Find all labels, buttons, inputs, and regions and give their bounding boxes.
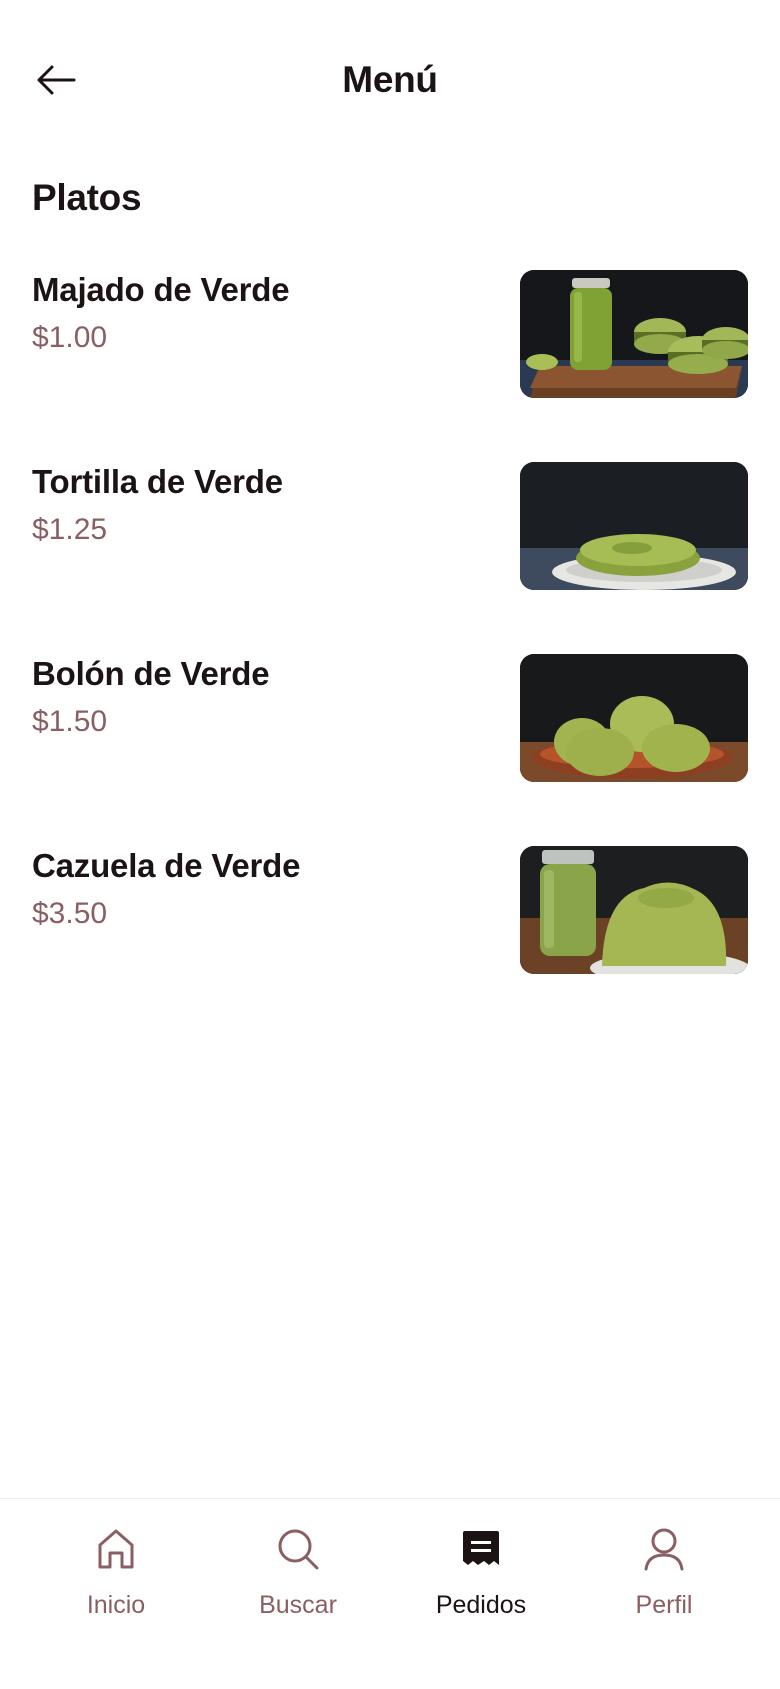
top-bar: Menú (0, 0, 780, 160)
item-price: $3.50 (32, 897, 108, 930)
search-icon (278, 1529, 319, 1570)
home-icon (98, 1529, 134, 1569)
nav-label: Inicio (86, 1591, 146, 1619)
menu-item[interactable]: Tortilla de Verde $1.25 (0, 462, 780, 590)
item-name: Majado de Verde (32, 271, 290, 308)
item-image (520, 462, 748, 590)
item-name: Tortilla de Verde (32, 463, 283, 500)
bottom-navigation: Inicio Buscar Pedidos Perfil (0, 1498, 780, 1689)
item-image (520, 270, 748, 398)
user-icon (644, 1528, 684, 1571)
nav-item-pedidos[interactable]: Pedidos (401, 1525, 561, 1635)
nav-label: Perfil (635, 1591, 693, 1619)
nav-item-inicio[interactable]: Inicio (36, 1525, 196, 1635)
item-name: Cazuela de Verde (32, 847, 301, 884)
section-title: Platos (32, 177, 142, 218)
menu-item[interactable]: Cazuela de Verde $3.50 (0, 846, 780, 974)
nav-item-perfil[interactable]: Perfil (584, 1525, 744, 1635)
item-image (520, 654, 748, 782)
nav-label: Buscar (259, 1591, 337, 1619)
page-title: Menú (342, 59, 438, 100)
receipt-icon (463, 1531, 499, 1565)
nav-item-buscar[interactable]: Buscar (218, 1525, 378, 1635)
menu-list: Majado de Verde $1.00 Tortilla de Verde … (0, 270, 780, 1038)
item-name: Bolón de Verde (32, 655, 270, 692)
item-price: $1.00 (32, 321, 108, 354)
item-price: $1.50 (32, 705, 108, 738)
nav-label: Pedidos (435, 1591, 527, 1619)
menu-item[interactable]: Bolón de Verde $1.50 (0, 654, 780, 782)
menu-item[interactable]: Majado de Verde $1.00 (0, 270, 780, 398)
item-price: $1.25 (32, 513, 108, 546)
item-image (520, 846, 748, 974)
